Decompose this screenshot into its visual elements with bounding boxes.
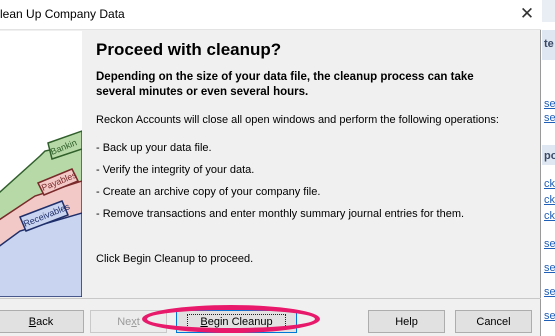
background-link[interactable]: se <box>544 310 555 322</box>
cancel-button[interactable]: Cancel <box>455 310 532 333</box>
close-icon[interactable]: ✕ <box>516 4 538 24</box>
operation-backup: - Back up your data file. <box>96 142 212 154</box>
operation-verify: - Verify the integrity of your data. <box>96 164 255 176</box>
file-folders-image: Bankin Payables Receivables <box>0 130 82 297</box>
background-fragment: po <box>544 150 555 162</box>
title-bar: lean Up Company Data ✕ <box>0 0 541 30</box>
highlight-annotation <box>142 305 320 333</box>
background-link[interactable]: se <box>544 286 555 298</box>
help-button-label: Help <box>395 315 418 328</box>
background-link[interactable]: se <box>544 262 555 274</box>
background-link[interactable]: ck <box>544 178 555 190</box>
cancel-button-label: Cancel <box>476 315 511 328</box>
folder-illustration: Bankin Payables Receivables <box>0 31 82 297</box>
help-button[interactable]: Help <box>368 310 445 333</box>
dialog-title: lean Up Company Data <box>0 7 125 21</box>
divider <box>0 298 541 299</box>
back-button-label: Back <box>28 315 54 328</box>
background-window: te se se po ck ck ck se se se se <box>542 0 555 336</box>
intro-text: Reckon Accounts will close all open wind… <box>96 114 499 126</box>
background-link[interactable]: ck <box>544 194 555 206</box>
background-link[interactable]: se <box>544 112 555 124</box>
background-fragment: te <box>544 38 554 50</box>
operation-archive: - Create an archive copy of your company… <box>96 186 321 198</box>
next-button-label: Next <box>117 315 140 328</box>
background-link[interactable]: se <box>544 238 555 250</box>
operation-remove-transactions: - Remove transactions and enter monthly … <box>96 208 465 220</box>
background-header <box>542 0 555 22</box>
background-link[interactable]: ck <box>544 210 555 222</box>
page-subheading: Depending on the size of your data file,… <box>96 71 474 98</box>
back-button[interactable]: Back <box>0 310 84 333</box>
clean-up-company-data-dialog: lean Up Company Data ✕ Bankin Payables R… <box>0 0 541 336</box>
page-heading: Proceed with cleanup? <box>96 40 282 59</box>
background-link[interactable]: se <box>544 98 555 110</box>
footer-note: Click Begin Cleanup to proceed. <box>96 253 254 265</box>
